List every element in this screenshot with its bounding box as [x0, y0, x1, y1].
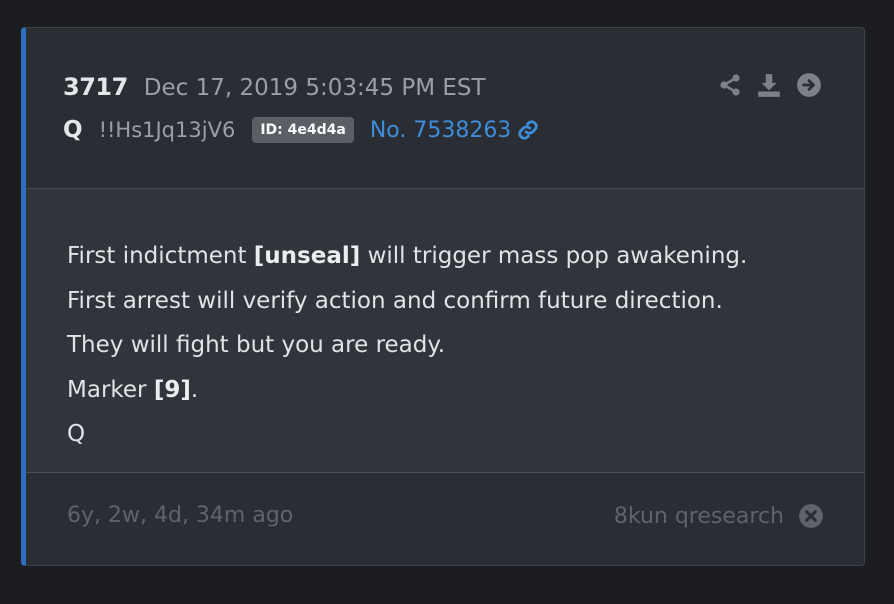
- post-meta-row: 3717 Dec 17, 2019 5:03:45 PM EST: [63, 73, 486, 101]
- time-ago: 6y, 2w, 4d, 34m ago: [67, 503, 294, 528]
- post-footer: 6y, 2w, 4d, 34m ago 8kun qresearch: [26, 473, 864, 565]
- post-actions: [718, 72, 822, 98]
- post-card: 3717 Dec 17, 2019 5:03:45 PM EST Q !!Hs1…: [21, 27, 865, 566]
- close-circle-icon[interactable]: [798, 503, 824, 529]
- id-badge: ID: 4e4d4a: [252, 117, 354, 143]
- post-source: 8kun qresearch: [614, 503, 824, 529]
- bold-text: [9]: [153, 376, 191, 403]
- body-line: Marker [9].: [67, 376, 199, 403]
- post-tripcode: !!Hs1Jq13jV6: [98, 118, 236, 142]
- post-date: Dec 17, 2019 5:03:45 PM EST: [143, 75, 486, 101]
- link-icon[interactable]: [517, 119, 539, 141]
- post-number: 3717: [63, 73, 128, 101]
- body-line: First arrest will verify action and conf…: [67, 287, 723, 314]
- share-icon[interactable]: [718, 73, 742, 97]
- post-author: Q: [63, 117, 83, 143]
- body-line: They will fight but you are ready.: [67, 332, 446, 358]
- bold-text: [unseal]: [253, 243, 361, 269]
- post-body: First indictment [unseal] will trigger m…: [26, 189, 864, 473]
- post-link-label[interactable]: No. 7538263: [370, 118, 512, 143]
- post-header: 3717 Dec 17, 2019 5:03:45 PM EST Q !!Hs1…: [26, 28, 864, 189]
- post-number-link[interactable]: No. 7538263: [370, 118, 540, 143]
- post-author-row: Q !!Hs1Jq13jV6 ID: 4e4d4a No. 7538263: [63, 117, 539, 143]
- download-icon[interactable]: [756, 72, 782, 98]
- body-line: First indictment [unseal] will trigger m…: [67, 243, 748, 269]
- arrow-circle-right-icon[interactable]: [796, 72, 822, 98]
- source-label: 8kun qresearch: [613, 503, 784, 529]
- body-line: Q: [67, 421, 86, 447]
